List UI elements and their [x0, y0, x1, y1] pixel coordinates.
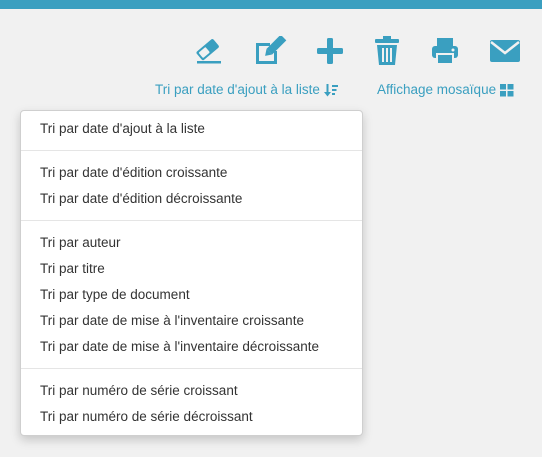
menu-item-sort-date-added[interactable]: Tri par date d'ajout à la liste — [21, 116, 362, 142]
menu-item-sort-serial-desc[interactable]: Tri par numéro de série décroissant — [21, 404, 362, 430]
menu-item-sort-title[interactable]: Tri par titre — [21, 256, 362, 282]
sort-dropdown-toggle[interactable]: Tri par date d'ajout à la liste — [155, 82, 338, 97]
delete-button[interactable] — [370, 34, 404, 68]
top-accent-bar — [0, 0, 542, 9]
sort-row: Tri par date d'ajout à la liste Affichag… — [0, 82, 542, 100]
menu-item-sort-edit-desc[interactable]: Tri par date d'édition décroissante — [21, 186, 362, 212]
menu-item-sort-inventory-asc[interactable]: Tri par date de mise à l'inventaire croi… — [21, 308, 362, 334]
view-label: Affichage mosaïque — [377, 82, 497, 97]
sort-label: Tri par date d'ajout à la liste — [155, 82, 320, 97]
toolbar — [0, 34, 542, 68]
sort-dropdown-menu: Tri par date d'ajout à la liste Tri par … — [20, 110, 363, 436]
menu-group-serial: Tri par numéro de série croissant Tri pa… — [21, 378, 362, 430]
trash-icon — [373, 35, 401, 67]
print-icon — [430, 36, 460, 66]
menu-group-general: Tri par auteur Tri par titre Tri par typ… — [21, 230, 362, 360]
envelope-icon — [489, 38, 521, 64]
menu-item-sort-author[interactable]: Tri par auteur — [21, 230, 362, 256]
plus-icon — [316, 37, 344, 65]
email-button[interactable] — [488, 34, 522, 68]
menu-item-sort-inventory-desc[interactable]: Tri par date de mise à l'inventaire décr… — [21, 334, 362, 360]
edit-button[interactable] — [253, 34, 287, 68]
view-mosaic-toggle[interactable]: Affichage mosaïque — [377, 82, 514, 97]
menu-item-sort-edit-asc[interactable]: Tri par date d'édition croissante — [21, 160, 362, 186]
edit-icon — [253, 36, 287, 66]
eraser-button[interactable] — [191, 34, 225, 68]
eraser-icon — [193, 37, 223, 65]
print-button[interactable] — [428, 34, 462, 68]
add-button[interactable] — [313, 34, 347, 68]
menu-group-added: Tri par date d'ajout à la liste — [21, 116, 362, 142]
menu-item-sort-doc-type[interactable]: Tri par type de document — [21, 282, 362, 308]
menu-item-sort-serial-asc[interactable]: Tri par numéro de série croissant — [21, 378, 362, 404]
sort-amount-down-icon — [323, 83, 338, 97]
grid-icon — [500, 83, 514, 97]
menu-group-edit-date: Tri par date d'édition croissante Tri pa… — [21, 160, 362, 212]
